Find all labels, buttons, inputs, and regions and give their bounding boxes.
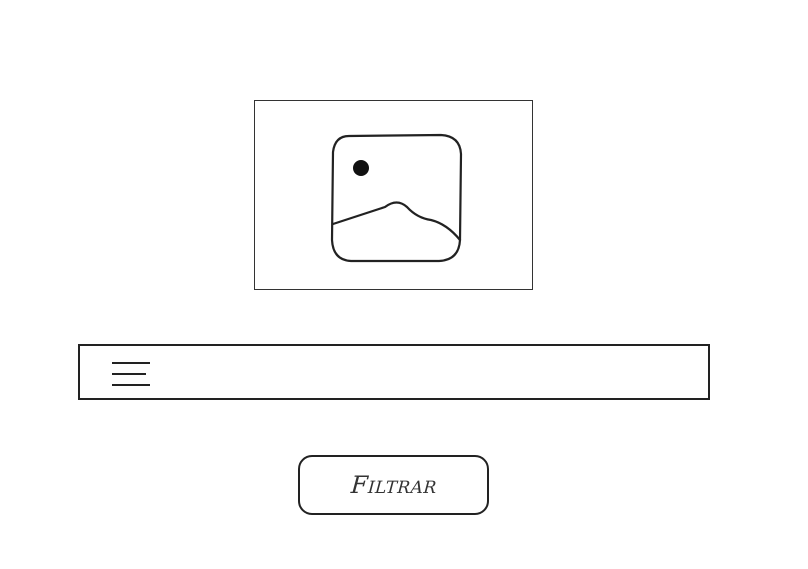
filter-button-label: Filtrar [349, 471, 438, 499]
menu-icon [112, 362, 150, 386]
image-placeholder [254, 100, 533, 290]
image-icon [330, 133, 463, 263]
wireframe-page: Filtrar [0, 0, 808, 569]
filter-button[interactable]: Filtrar [298, 455, 489, 515]
category-select[interactable] [78, 344, 710, 400]
